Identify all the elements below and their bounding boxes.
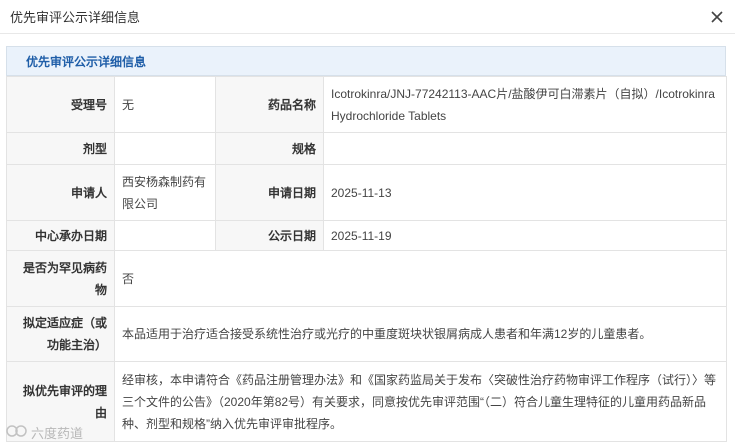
publicity-date-value: 2025-11-19: [323, 220, 727, 251]
section-title: 优先审评公示详细信息: [26, 54, 147, 69]
close-icon[interactable]: [709, 9, 725, 25]
acceptance-no-value: 无: [114, 76, 216, 133]
table-row: 是否为罕见病药物 否: [6, 250, 727, 307]
detail-table: 受理号 无 药品名称 Icotrokinra/JNJ-77242113-AAC片…: [6, 76, 727, 442]
dosage-form-label: 剂型: [6, 132, 115, 165]
table-row: 受理号 无 药品名称 Icotrokinra/JNJ-77242113-AAC片…: [6, 76, 727, 133]
table-row: 剂型 规格: [6, 132, 727, 165]
table-row: 拟定适应症（或功能主治） 本品适用于治疗适合接受系统性治疗或光疗的中重度斑块状银…: [6, 306, 727, 362]
detail-dialog: 优先审评公示详细信息 优先审评公示详细信息 受理号 无 药品名称 Icotrok…: [0, 0, 735, 448]
publicity-date-label: 公示日期: [215, 220, 324, 251]
spec-label: 规格: [215, 132, 324, 165]
table-row: 中心承办日期 公示日期 2025-11-19: [6, 220, 727, 251]
applicant-label: 申请人: [6, 164, 115, 221]
table-row: 申请人 西安杨森制药有限公司 申请日期 2025-11-13: [6, 164, 727, 221]
center-date-label: 中心承办日期: [6, 220, 115, 251]
indication-label: 拟定适应症（或功能主治）: [6, 306, 115, 362]
center-date-value: [114, 220, 216, 251]
dialog-titlebar: 优先审评公示详细信息: [0, 0, 735, 34]
applicant-value: 西安杨森制药有限公司: [114, 164, 216, 221]
rare-disease-value: 否: [114, 250, 727, 307]
watermark: 六度药道: [6, 423, 83, 442]
section-header: 优先审评公示详细信息: [6, 46, 726, 76]
logo-icon: [6, 424, 28, 441]
apply-date-value: 2025-11-13: [323, 164, 727, 221]
dialog-title: 优先审评公示详细信息: [10, 10, 141, 25]
drug-name-value: Icotrokinra/JNJ-77242113-AAC片/盐酸伊可白滞素片（自…: [323, 76, 727, 133]
indication-value: 本品适用于治疗适合接受系统性治疗或光疗的中重度斑块状银屑病成人患者和年满12岁的…: [114, 306, 727, 362]
drug-name-label: 药品名称: [215, 76, 324, 133]
apply-date-label: 申请日期: [215, 164, 324, 221]
detail-content: 优先审评公示详细信息 受理号 无 药品名称 Icotrokinra/JNJ-77…: [6, 46, 727, 442]
dosage-form-value: [114, 132, 216, 165]
reason-value: 经审核，本申请符合《药品注册管理办法》和《国家药监局关于发布〈突破性治疗药物审评…: [114, 361, 727, 442]
table-row: 拟优先审评的理由 经审核，本申请符合《药品注册管理办法》和《国家药监局关于发布〈…: [6, 361, 727, 442]
spec-value: [323, 132, 727, 165]
watermark-text: 六度药道: [31, 426, 84, 441]
acceptance-no-label: 受理号: [6, 76, 115, 133]
rare-disease-label: 是否为罕见病药物: [6, 250, 115, 307]
